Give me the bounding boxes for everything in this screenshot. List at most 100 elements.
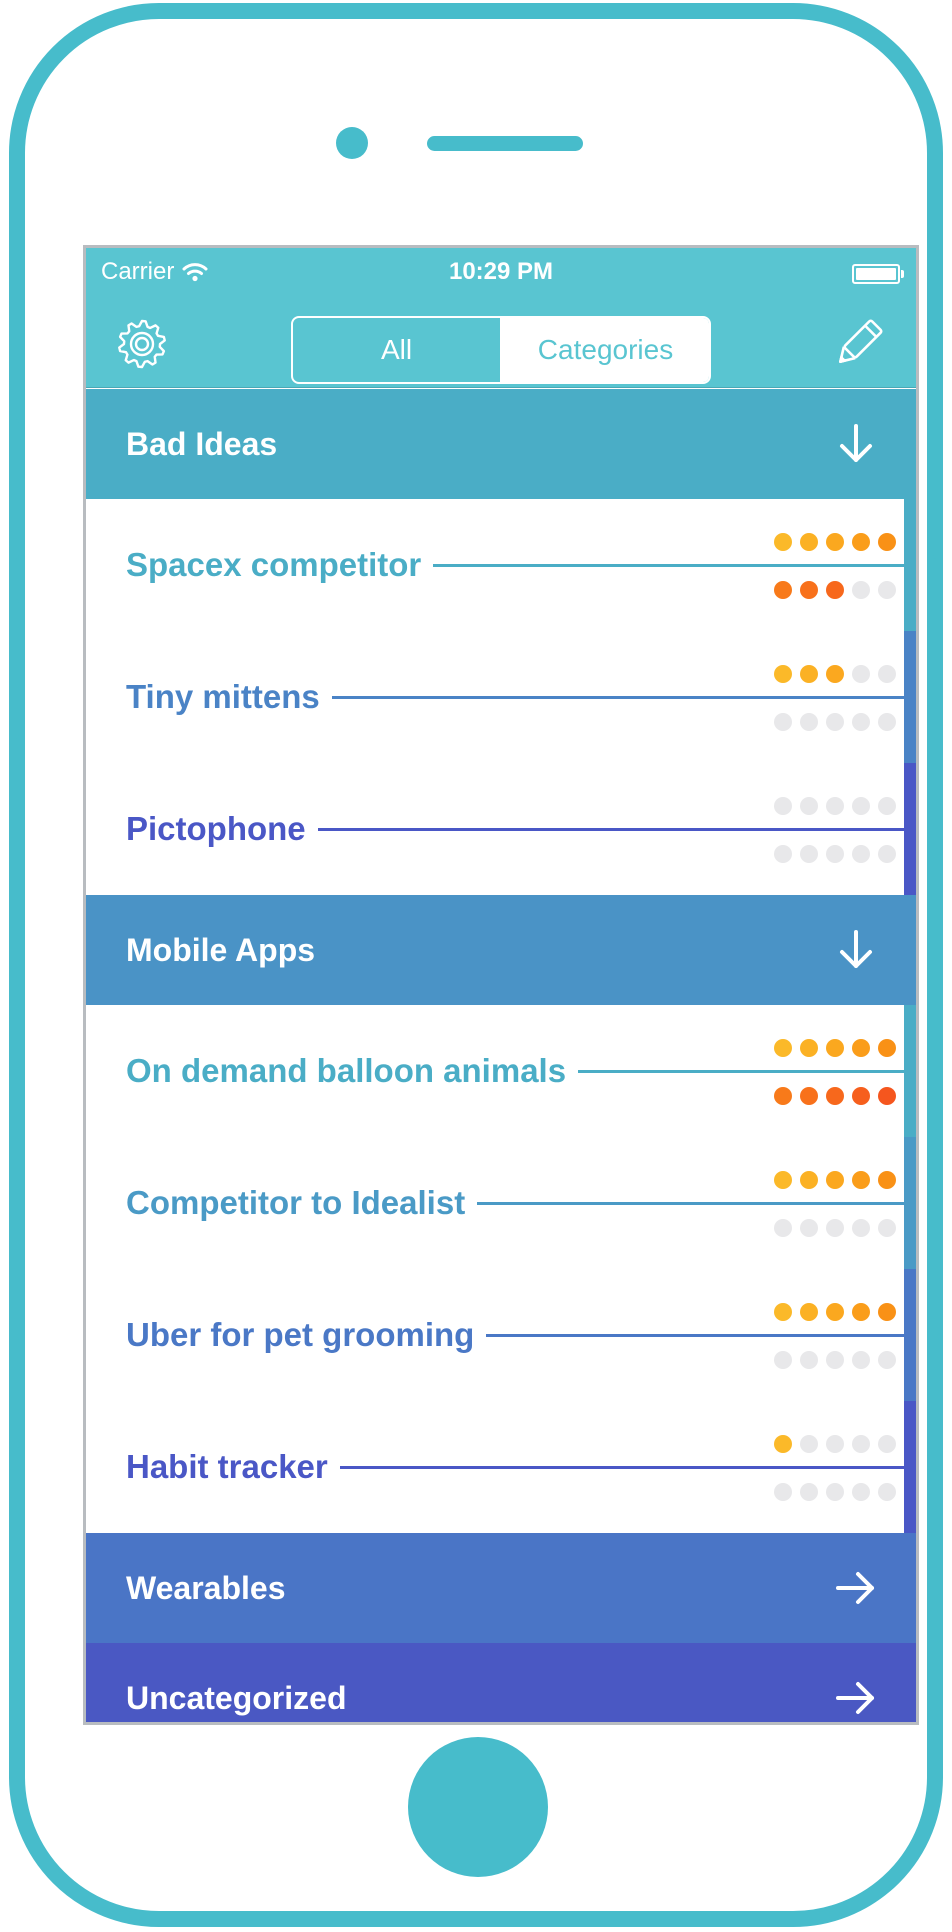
idea-row[interactable]: On demand balloon animals: [86, 1005, 916, 1137]
rating-dot: [800, 1039, 818, 1057]
rating-dot: [852, 713, 870, 731]
rating-dot: [774, 581, 792, 599]
idea-row[interactable]: Uber for pet grooming: [86, 1269, 916, 1401]
rating-dot: [826, 1039, 844, 1057]
rating-dot: [852, 1435, 870, 1453]
rating-dot: [852, 665, 870, 683]
idea-connector-line: [578, 1069, 904, 1073]
idea-rating-bottom: [774, 1087, 896, 1105]
rating-dot: [774, 1435, 792, 1453]
idea-title-line: Pictophone: [126, 763, 904, 895]
idea-rating-top: [774, 1435, 896, 1453]
rating-dot: [800, 1303, 818, 1321]
category-name: Uncategorized: [126, 1679, 347, 1716]
home-button[interactable]: [408, 1737, 548, 1877]
rating-dot: [774, 1351, 792, 1369]
idea-row[interactable]: Pictophone: [86, 763, 916, 895]
view-segmented-control: All Categories: [291, 316, 711, 384]
rating-dot: [800, 1351, 818, 1369]
category-name: Wearables: [126, 1569, 286, 1606]
idea-connector-line: [339, 1465, 904, 1469]
rating-dot: [800, 797, 818, 815]
status-bar: Carrier 10:29 PM: [86, 248, 916, 294]
idea-title: Pictophone: [126, 810, 306, 847]
idea-connector-line: [486, 1333, 904, 1337]
rating-dot: [852, 845, 870, 863]
rating-dot: [826, 1087, 844, 1105]
rating-dot: [826, 845, 844, 863]
idea-row[interactable]: Tiny mittens: [86, 631, 916, 763]
rating-dot: [826, 713, 844, 731]
rating-dot: [826, 1171, 844, 1189]
idea-title: Tiny mittens: [126, 678, 320, 715]
arrow-right-icon: [834, 1566, 878, 1610]
category-header[interactable]: Mobile Apps: [86, 895, 916, 1005]
new-idea-button[interactable]: [830, 316, 886, 372]
category-name: Bad Ideas: [126, 425, 278, 462]
arrow-down-icon: [834, 422, 878, 466]
rating-dot: [774, 1171, 792, 1189]
idea-title: Competitor to Idealist: [126, 1184, 466, 1221]
segment-all[interactable]: All: [293, 318, 502, 382]
settings-button[interactable]: [116, 318, 168, 370]
rating-dot: [800, 845, 818, 863]
rating-dot: [826, 581, 844, 599]
idea-title-line: Competitor to Idealist: [126, 1137, 904, 1269]
rating-dot: [774, 1087, 792, 1105]
rating-dot: [878, 1435, 896, 1453]
idea-rating-bottom: [774, 581, 896, 599]
left-side-button-1: [9, 419, 19, 559]
rating-dot: [852, 1351, 870, 1369]
arrow-down-icon: [834, 928, 878, 972]
nav-bar: All Categories: [86, 294, 916, 388]
idea-rating-top: [774, 665, 896, 683]
idea-rating-top: [774, 1171, 896, 1189]
rating-dot: [800, 713, 818, 731]
idea-title: On demand balloon animals: [126, 1052, 567, 1089]
category-header[interactable]: Uncategorized: [86, 1643, 916, 1722]
idea-rating-bottom: [774, 713, 896, 731]
rating-dot: [852, 1039, 870, 1057]
idea-rating-top: [774, 1303, 896, 1321]
rating-dot: [774, 845, 792, 863]
rating-dot: [878, 1483, 896, 1501]
idea-rating-bottom: [774, 845, 896, 863]
rating-dot: [826, 1219, 844, 1237]
rating-dot: [852, 1087, 870, 1105]
rating-dot: [800, 1435, 818, 1453]
idea-row[interactable]: Spacex competitor: [86, 499, 916, 631]
idea-connector-line: [317, 827, 904, 831]
idea-title-line: Spacex competitor: [126, 499, 904, 631]
rating-dot: [800, 1219, 818, 1237]
rating-dot: [826, 1435, 844, 1453]
rating-dot: [878, 533, 896, 551]
pencil-icon: [839, 319, 883, 363]
rating-dot: [826, 797, 844, 815]
status-time: 10:29 PM: [448, 258, 554, 285]
idea-color-accent: [904, 1005, 916, 1137]
idea-row[interactable]: Competitor to Idealist: [86, 1137, 916, 1269]
rating-dot: [774, 665, 792, 683]
idea-title-line: Uber for pet grooming: [126, 1269, 904, 1401]
gear-icon: [118, 319, 166, 369]
idea-color-accent: [904, 499, 916, 631]
right-side-button: [933, 419, 943, 559]
rating-dot: [852, 797, 870, 815]
app-screen: Carrier 10:29 PM All Categories Bad Idea…: [83, 245, 919, 1725]
idea-color-accent: [904, 1269, 916, 1401]
idea-connector-line: [477, 1201, 904, 1205]
idea-rating-top: [774, 533, 896, 551]
idea-title-line: Habit tracker: [126, 1401, 904, 1533]
rating-dot: [878, 713, 896, 731]
front-camera: [336, 127, 368, 159]
category-header[interactable]: Wearables: [86, 1533, 916, 1643]
idea-title: Uber for pet grooming: [126, 1316, 475, 1353]
rating-dot: [800, 581, 818, 599]
idea-connector-line: [433, 563, 904, 567]
idea-row[interactable]: Habit tracker: [86, 1401, 916, 1533]
rating-dot: [878, 581, 896, 599]
category-header[interactable]: Bad Ideas: [86, 389, 916, 499]
rating-dot: [852, 1219, 870, 1237]
segment-categories[interactable]: Categories: [502, 318, 709, 382]
rating-dot: [878, 1303, 896, 1321]
